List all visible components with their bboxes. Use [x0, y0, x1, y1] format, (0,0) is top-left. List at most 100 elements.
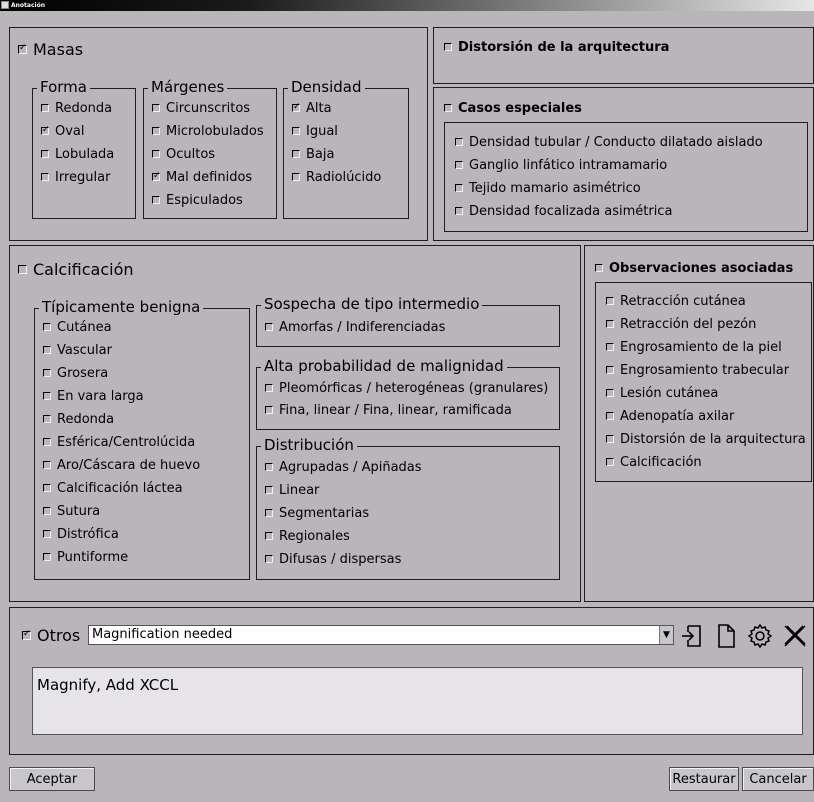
- malignidad-item[interactable]: Fina, linear / Fina, linear, ramificada: [265, 401, 512, 419]
- margenes-item[interactable]: Mal definidos: [152, 168, 252, 186]
- checkbox-icon[interactable]: [444, 43, 452, 51]
- chevron-down-icon[interactable]: ▼: [659, 626, 673, 644]
- casos-item[interactable]: Tejido mamario asimétrico: [455, 179, 641, 197]
- checkbox-icon[interactable]: [265, 384, 273, 392]
- observaciones-item[interactable]: Lesión cutánea: [606, 384, 718, 402]
- margenes-item[interactable]: Espiculados: [152, 191, 243, 209]
- benigna-item[interactable]: Puntiforme: [43, 548, 128, 566]
- otros-notes-textarea[interactable]: Magnify, Add XCCL: [32, 667, 803, 735]
- checkbox-icon[interactable]: [606, 412, 614, 420]
- checkbox-icon[interactable]: [455, 161, 463, 169]
- accept-button[interactable]: Aceptar: [9, 767, 95, 791]
- checkbox-icon[interactable]: [43, 438, 51, 446]
- checkbox-icon[interactable]: [43, 530, 51, 538]
- distribucion-item[interactable]: Linear: [265, 481, 319, 499]
- checkbox-icon[interactable]: [43, 461, 51, 469]
- benigna-item[interactable]: Aro/Cáscara de huevo: [43, 456, 200, 474]
- benigna-item[interactable]: Cutánea: [43, 318, 112, 336]
- checkbox-icon[interactable]: [43, 415, 51, 423]
- checkbox-icon[interactable]: [43, 392, 51, 400]
- casos-item[interactable]: Ganglio linfático intramamario: [455, 156, 667, 174]
- densidad-item[interactable]: Igual: [292, 122, 338, 140]
- otros-dropdown[interactable]: Magnification needed ▼: [88, 625, 674, 645]
- checkbox-icon[interactable]: [18, 264, 27, 274]
- margenes-item[interactable]: Ocultos: [152, 145, 215, 163]
- checkbox-icon[interactable]: [152, 196, 160, 204]
- otros-checkbox[interactable]: Otros: [22, 626, 80, 645]
- distribucion-item[interactable]: Agrupadas / Apiñadas: [265, 458, 422, 476]
- checkbox-icon[interactable]: [606, 297, 614, 305]
- checkbox-icon[interactable]: [43, 323, 51, 331]
- casos-item[interactable]: Densidad focalizada asimétrica: [455, 202, 672, 220]
- checkbox-icon[interactable]: [43, 507, 51, 515]
- checkbox-icon[interactable]: [41, 150, 49, 158]
- intermedio-item[interactable]: Amorfas / Indiferenciadas: [265, 318, 445, 336]
- observaciones-item[interactable]: Retracción cutánea: [606, 292, 746, 310]
- casos-item[interactable]: Densidad tubular / Conducto dilatado ais…: [455, 133, 763, 151]
- checkbox-icon[interactable]: [292, 104, 301, 112]
- benigna-item[interactable]: Vascular: [43, 341, 112, 359]
- checkbox-icon[interactable]: [292, 127, 300, 135]
- benigna-item[interactable]: En vara larga: [43, 387, 144, 405]
- checkbox-icon[interactable]: [43, 484, 51, 492]
- checkbox-icon[interactable]: [22, 630, 31, 640]
- checkbox-icon[interactable]: [606, 435, 614, 443]
- checkbox-icon[interactable]: [444, 104, 452, 112]
- densidad-item[interactable]: Alta: [292, 99, 332, 117]
- observaciones-item[interactable]: Calcificación: [606, 453, 702, 471]
- checkbox-icon[interactable]: [152, 127, 160, 135]
- close-icon[interactable]: [780, 621, 810, 651]
- casos-especiales-checkbox[interactable]: Casos especiales: [444, 99, 582, 117]
- observaciones-item[interactable]: Engrosamiento trabecular: [606, 361, 789, 379]
- cancel-button[interactable]: Cancelar: [742, 767, 814, 791]
- masas-checkbox-box[interactable]: [18, 44, 27, 54]
- checkbox-icon[interactable]: [606, 366, 614, 374]
- benigna-item[interactable]: Calcificación láctea: [43, 479, 183, 497]
- checkbox-icon[interactable]: [43, 369, 51, 377]
- benigna-item[interactable]: Distrófica: [43, 525, 119, 543]
- checkbox-icon[interactable]: [606, 320, 614, 328]
- benigna-item[interactable]: Esférica/Centrolúcida: [43, 433, 195, 451]
- margenes-item[interactable]: Circunscritos: [152, 99, 250, 117]
- checkbox-icon[interactable]: [455, 184, 463, 192]
- densidad-item[interactable]: Radiolúcido: [292, 168, 381, 186]
- observaciones-item[interactable]: Distorsión de la arquitectura: [606, 430, 806, 448]
- benigna-item[interactable]: Grosera: [43, 364, 108, 382]
- benigna-item[interactable]: Redonda: [43, 410, 114, 428]
- forma-item[interactable]: Redonda: [41, 99, 112, 117]
- observaciones-item[interactable]: Engrosamiento de la piel: [606, 338, 782, 356]
- checkbox-icon[interactable]: [265, 532, 273, 540]
- forma-item[interactable]: Irregular: [41, 168, 110, 186]
- checkbox-icon[interactable]: [292, 173, 300, 181]
- malignidad-item[interactable]: Pleomórficas / heterogéneas (granulares): [265, 379, 548, 397]
- checkbox-icon[interactable]: [152, 104, 160, 112]
- masas-checkbox[interactable]: Masas: [18, 40, 83, 59]
- settings-gear-icon[interactable]: [745, 621, 775, 651]
- observaciones-item[interactable]: Retracción del pezón: [606, 315, 756, 333]
- densidad-item[interactable]: Baja: [292, 145, 334, 163]
- distribucion-item[interactable]: Regionales: [265, 527, 350, 545]
- checkbox-icon[interactable]: [455, 207, 463, 215]
- checkbox-icon[interactable]: [41, 173, 49, 181]
- new-document-icon[interactable]: [711, 621, 741, 651]
- checkbox-icon[interactable]: [265, 555, 273, 563]
- checkbox-icon[interactable]: [43, 346, 51, 354]
- restore-button[interactable]: Restaurar: [669, 767, 739, 791]
- checkbox-icon[interactable]: [43, 553, 51, 561]
- distribucion-item[interactable]: Segmentarias: [265, 504, 369, 522]
- checkbox-icon[interactable]: [606, 389, 614, 397]
- checkbox-icon[interactable]: [265, 463, 273, 471]
- checkbox-icon[interactable]: [41, 104, 49, 112]
- observaciones-item[interactable]: Adenopatía axilar: [606, 407, 734, 425]
- calcificacion-checkbox[interactable]: Calcificación: [18, 260, 134, 279]
- checkbox-icon[interactable]: [595, 264, 603, 272]
- distribucion-item[interactable]: Difusas / dispersas: [265, 550, 401, 568]
- observaciones-checkbox[interactable]: Observaciones asociadas: [595, 259, 793, 277]
- checkbox-icon[interactable]: [606, 458, 614, 466]
- checkbox-icon[interactable]: [41, 127, 50, 135]
- checkbox-icon[interactable]: [265, 486, 273, 494]
- checkbox-icon[interactable]: [152, 173, 161, 181]
- checkbox-icon[interactable]: [265, 323, 273, 331]
- checkbox-icon[interactable]: [152, 150, 160, 158]
- forma-item[interactable]: Oval: [41, 122, 85, 140]
